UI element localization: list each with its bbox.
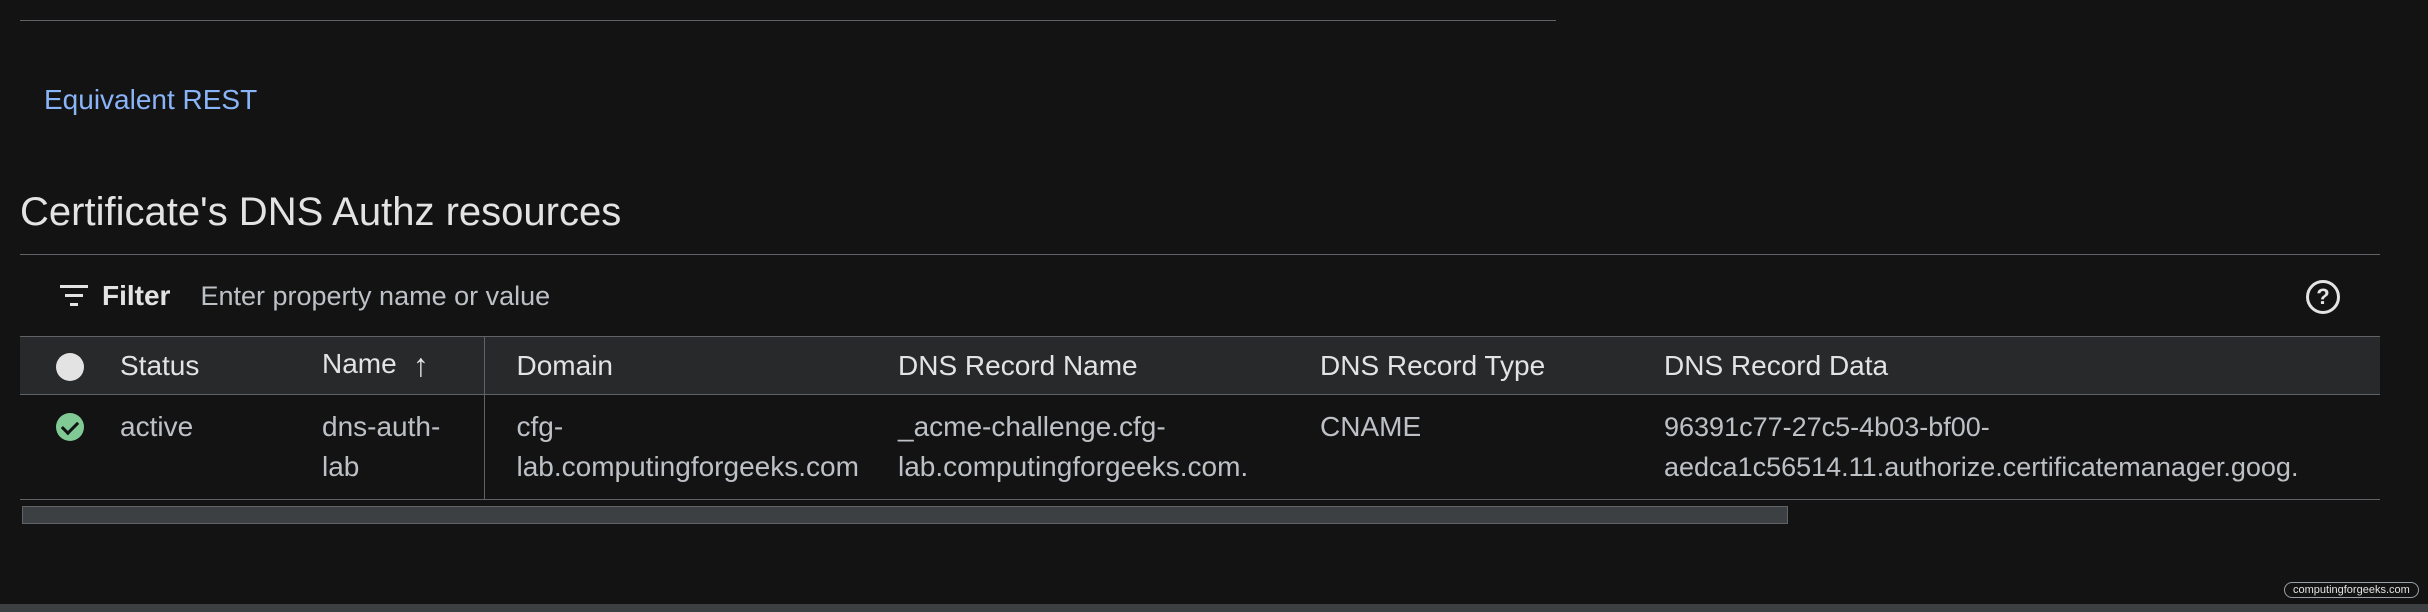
row-domain: cfg-lab.computingforgeeks.com <box>484 394 898 500</box>
table-row: active dns-auth-lab cfg-lab.computingfor… <box>20 394 2380 500</box>
row-record-data: 96391c77-27c5-4b03-bf00-aedca1c56514.11.… <box>1664 394 2380 500</box>
header-record-data[interactable]: DNS Record Data <box>1664 336 2380 395</box>
horizontal-scrollbar[interactable] <box>22 506 1788 524</box>
row-record-name: _acme-challenge.cfg-lab.computingforgeek… <box>898 394 1320 500</box>
header-domain[interactable]: Domain <box>484 336 898 395</box>
section-divider <box>20 254 2380 255</box>
top-divider <box>20 20 1556 21</box>
help-icon[interactable]: ? <box>2306 280 2340 314</box>
page: Equivalent REST Certificate's DNS Authz … <box>0 0 2428 612</box>
filter-input[interactable] <box>198 279 1703 313</box>
row-status-cell <box>20 394 120 500</box>
filter-bar: Filter ? <box>20 256 2380 336</box>
header-select-all[interactable] <box>20 336 120 395</box>
check-circle-icon <box>56 413 84 441</box>
header-record-name[interactable]: DNS Record Name <box>898 336 1320 395</box>
table-header-row: Status Name ↑ Domain DNS Record Name DNS … <box>20 336 2380 395</box>
watermark: computingforgeeks.com <box>2284 582 2419 598</box>
header-status[interactable]: Status <box>120 336 322 395</box>
header-name-label: Name <box>322 347 397 379</box>
filter-label[interactable]: Filter <box>102 280 170 312</box>
select-all-circle-icon[interactable] <box>56 353 84 382</box>
equivalent-rest-link[interactable]: Equivalent REST <box>44 84 257 116</box>
bottom-strip <box>0 604 2428 612</box>
row-record-type: CNAME <box>1320 394 1664 500</box>
header-name[interactable]: Name ↑ <box>322 336 485 395</box>
header-record-type[interactable]: DNS Record Type <box>1320 336 1664 395</box>
filter-icon[interactable] <box>60 285 88 307</box>
row-status: active <box>120 394 322 500</box>
section-title: Certificate's DNS Authz resources <box>20 190 622 234</box>
arrow-up-icon[interactable]: ↑ <box>413 347 429 384</box>
dns-authz-table: Status Name ↑ Domain DNS Record Name DNS … <box>20 336 2380 500</box>
row-name[interactable]: dns-auth-lab <box>322 394 485 500</box>
